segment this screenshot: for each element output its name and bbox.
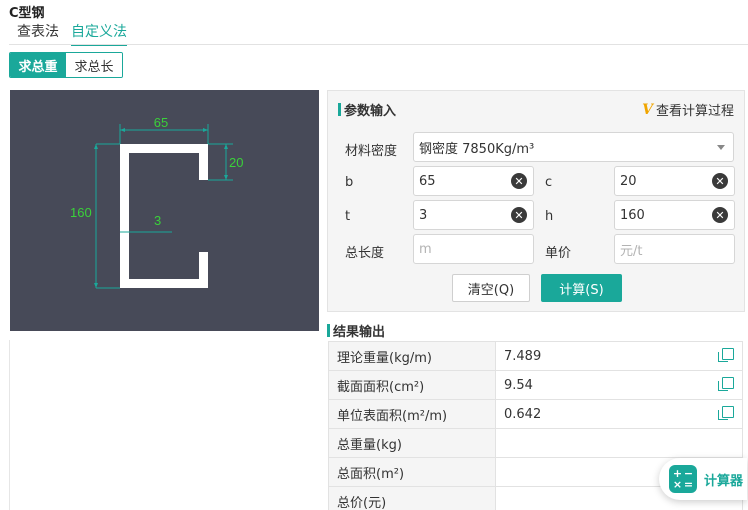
c-channel-diagram: 65 20 160 3 xyxy=(10,90,319,331)
c-channel-svg: 65 20 160 3 xyxy=(70,115,243,289)
calculate-button[interactable]: 计算(S) xyxy=(541,274,622,302)
b-input[interactable]: 65 ✕ xyxy=(413,166,534,196)
dim-h-label: 160 xyxy=(70,205,92,220)
result-output-heading: 结果输出 xyxy=(327,321,385,340)
unit-price-placeholder: 元/t xyxy=(620,243,643,259)
total-length-label: 总长度 xyxy=(345,246,385,261)
result-value: 7.489 xyxy=(504,348,542,364)
param-input-heading: 参数输入 xyxy=(338,100,396,119)
heading-bar xyxy=(338,103,341,116)
param-input-panel: 参数输入 V 查看计算过程 材料密度 钢密度 7850Kg/m³ b 65 ✕ … xyxy=(327,90,745,312)
c-input[interactable]: 20 ✕ xyxy=(614,166,735,196)
table-row: 截面面积(cm²) 9.54 xyxy=(328,370,743,400)
table-row: 总重量(kg) xyxy=(328,428,743,458)
left-divider xyxy=(9,340,10,510)
clear-b-icon[interactable]: ✕ xyxy=(511,173,527,189)
b-value: 65 xyxy=(419,173,436,189)
h-value: 160 xyxy=(620,207,645,223)
chevron-down-icon xyxy=(717,144,725,150)
c-value: 20 xyxy=(620,173,637,189)
copy-icon[interactable] xyxy=(718,348,734,362)
h-input[interactable]: 160 ✕ xyxy=(614,200,735,230)
result-value-cell: 9.54 xyxy=(495,370,743,400)
formula-icon: V xyxy=(642,101,653,118)
copy-icon[interactable] xyxy=(718,377,734,391)
mode-toggle: 求总重 求总长 xyxy=(9,52,123,78)
calculator-icon: + − × = xyxy=(669,465,697,493)
dim-b-label: 65 xyxy=(154,115,168,130)
page-title: C型钢 xyxy=(9,6,45,21)
method-tabs: 查表法 自定义法 xyxy=(17,21,127,46)
result-value-cell: 7.489 xyxy=(495,341,743,371)
tab-lookup-table[interactable]: 查表法 xyxy=(17,21,59,46)
h-label: h xyxy=(545,209,554,224)
view-calc-process-link[interactable]: V 查看计算过程 xyxy=(642,100,734,120)
clear-button[interactable]: 清空(Q) xyxy=(452,274,530,302)
result-label: 总价(元) xyxy=(328,486,496,510)
result-value-cell xyxy=(495,428,743,458)
heading-bar xyxy=(327,324,330,337)
t-value: 3 xyxy=(419,207,428,223)
result-label: 单位表面积(m²/m) xyxy=(328,399,496,429)
result-value: 9.54 xyxy=(504,377,533,393)
calc-total-length-button[interactable]: 求总长 xyxy=(66,53,122,77)
result-label: 理论重量(kg/m) xyxy=(328,341,496,371)
result-output-heading-text: 结果输出 xyxy=(333,325,386,340)
view-calc-process-text: 查看计算过程 xyxy=(655,104,734,119)
calculator-label: 计算器 xyxy=(704,473,744,489)
result-label: 总重量(kg) xyxy=(328,428,496,458)
c-label: c xyxy=(545,175,553,190)
t-label: t xyxy=(345,209,351,224)
param-input-heading-text: 参数输入 xyxy=(344,104,397,119)
total-length-input[interactable]: m xyxy=(413,234,534,264)
unit-price-label: 单价 xyxy=(545,246,572,261)
b-label: b xyxy=(345,175,354,190)
tabs-divider xyxy=(9,44,748,45)
t-input[interactable]: 3 ✕ xyxy=(413,200,534,230)
tab-custom-method[interactable]: 自定义法 xyxy=(71,21,127,46)
calc-total-weight-button[interactable]: 求总重 xyxy=(10,53,66,77)
result-value-cell: 0.642 xyxy=(495,399,743,429)
clear-c-icon[interactable]: ✕ xyxy=(712,173,728,189)
table-row: 单位表面积(m²/m) 0.642 xyxy=(328,399,743,429)
c-channel-shape xyxy=(120,144,208,288)
copy-icon[interactable] xyxy=(718,406,734,420)
table-row: 理论重量(kg/m) 7.489 xyxy=(328,341,743,371)
dim-c-label: 20 xyxy=(229,155,243,170)
clear-t-icon[interactable]: ✕ xyxy=(511,207,527,223)
density-label: 材料密度 xyxy=(345,144,398,159)
result-label: 截面面积(cm²) xyxy=(328,370,496,400)
clear-h-icon[interactable]: ✕ xyxy=(712,207,728,223)
density-select[interactable]: 钢密度 7850Kg/m³ xyxy=(413,132,734,162)
dim-t-label: 3 xyxy=(154,213,161,228)
calculator-float-button[interactable]: + − × = 计算器 xyxy=(659,458,747,500)
density-value: 钢密度 7850Kg/m³ xyxy=(419,141,535,157)
result-value: 0.642 xyxy=(504,406,542,422)
result-label: 总面积(m²) xyxy=(328,457,496,487)
unit-price-input[interactable]: 元/t xyxy=(614,234,735,264)
total-length-placeholder: m xyxy=(419,241,432,257)
